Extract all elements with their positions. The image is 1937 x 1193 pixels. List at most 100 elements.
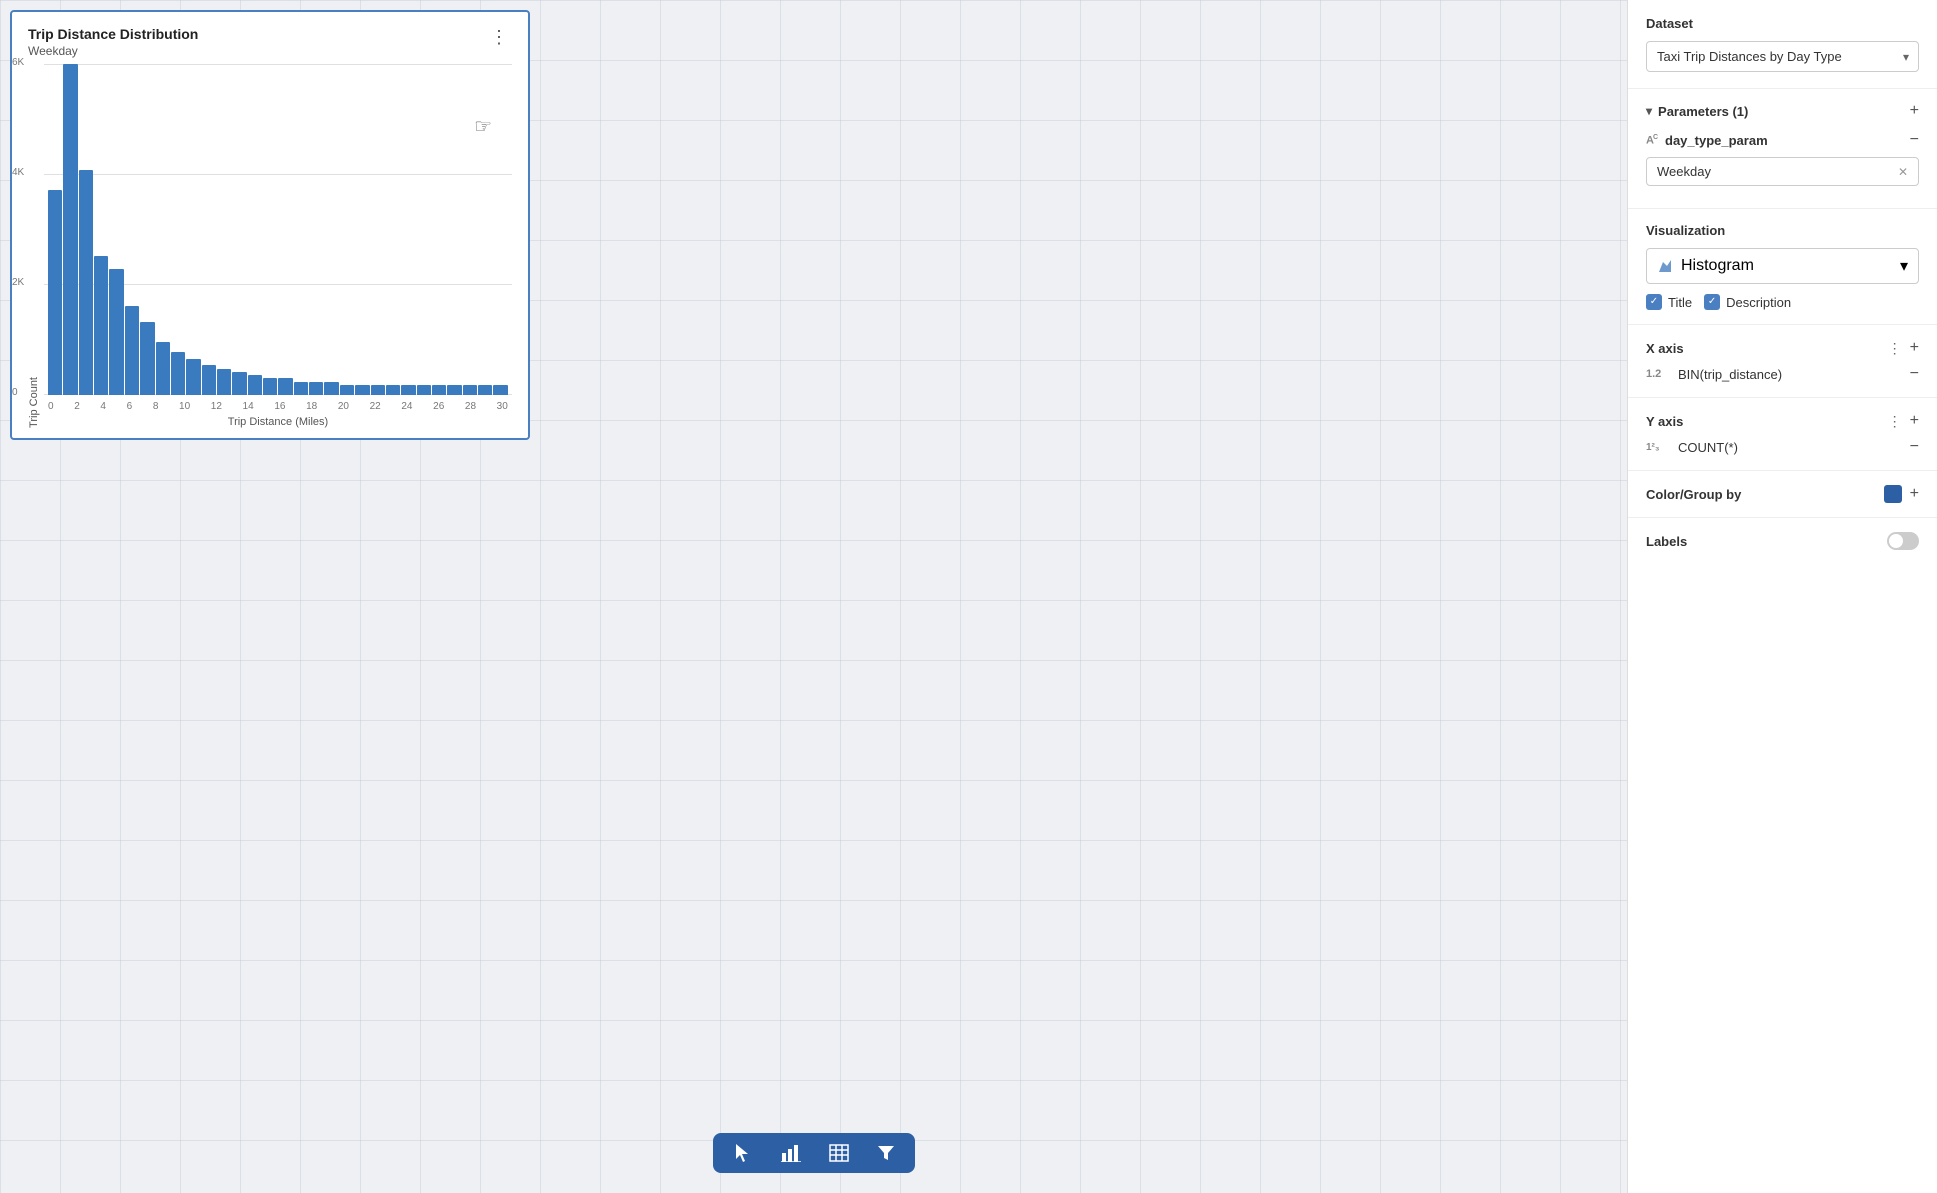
add-parameter-button[interactable]: +	[1910, 103, 1919, 119]
histogram-bar	[79, 170, 93, 395]
histogram-bar	[217, 369, 231, 395]
histogram-bar	[202, 365, 216, 395]
description-checkmark: ✓	[1708, 297, 1716, 307]
main-layout: Trip Distance Distribution Weekday ⋮ Tri…	[0, 0, 1937, 1193]
color-group-actions: +	[1884, 485, 1919, 503]
x-tick-label: 8	[153, 401, 159, 412]
chart-body: Trip Count ☞ 6K 4K	[28, 64, 512, 428]
y-axis-label: Trip Count	[28, 377, 40, 428]
histogram-bar	[493, 385, 507, 395]
title-checkbox-box: ✓	[1646, 294, 1662, 310]
y-axis-menu-button[interactable]: ⋮	[1888, 413, 1902, 430]
title-checkbox[interactable]: ✓ Title	[1646, 294, 1692, 310]
x-axis-title: X axis	[1646, 341, 1684, 356]
viz-type-label-row: Histogram	[1657, 257, 1754, 275]
chart-inner: ☞ 6K 4K 2K	[44, 64, 512, 428]
description-checkbox[interactable]: ✓ Description	[1704, 294, 1791, 310]
x-tick-label: 22	[370, 401, 381, 412]
labels-toggle-knob	[1889, 534, 1903, 548]
x-tick-label: 0	[48, 401, 54, 412]
parameter-value-input[interactable]: Weekday ✕	[1646, 157, 1919, 186]
x-axis-actions: ⋮ +	[1888, 339, 1919, 357]
viz-type-select[interactable]: Histogram ▾	[1646, 248, 1919, 284]
bottom-toolbar	[713, 1133, 915, 1173]
description-checkbox-label: Description	[1726, 295, 1791, 310]
x-axis-field-row: 1.2 BIN(trip_distance) −	[1646, 365, 1919, 383]
histogram-bar	[63, 64, 77, 395]
histogram-bar	[432, 385, 446, 395]
x-tick-label: 26	[433, 401, 444, 412]
x-axis-add-button[interactable]: +	[1910, 339, 1919, 357]
y-axis-header: Y axis ⋮ +	[1646, 412, 1919, 430]
histogram-bar	[355, 385, 369, 395]
visualization-title: Visualization	[1646, 223, 1919, 238]
y-tick-2k: 2K	[12, 277, 24, 288]
y-axis-remove-button[interactable]: −	[1910, 438, 1919, 456]
parameters-section: ▾ Parameters (1) + AC day_type_param − W…	[1628, 89, 1937, 209]
dataset-section: Dataset Taxi Trip Distances by Day Type …	[1628, 0, 1937, 89]
viz-checkboxes: ✓ Title ✓ Description	[1646, 294, 1919, 310]
chart-header-text: Trip Distance Distribution Weekday	[28, 26, 198, 58]
color-group-section: Color/Group by +	[1628, 471, 1937, 518]
histogram-bar	[232, 372, 246, 395]
histogram-bar	[186, 359, 200, 395]
histogram-bar	[125, 306, 139, 395]
canvas-area: Trip Distance Distribution Weekday ⋮ Tri…	[0, 0, 1627, 1193]
histogram-bar	[371, 385, 385, 395]
x-axis-menu-button[interactable]: ⋮	[1888, 340, 1902, 357]
histogram-bar	[156, 342, 170, 395]
parameters-title: ▾ Parameters (1)	[1646, 104, 1748, 119]
histogram-bar	[386, 385, 400, 395]
parameter-value-clear-icon[interactable]: ✕	[1898, 165, 1908, 179]
parameter-row: AC day_type_param −	[1646, 131, 1919, 149]
chart-menu-button[interactable]: ⋮	[486, 26, 512, 48]
dataset-select[interactable]: Taxi Trip Distances by Day Type	[1646, 41, 1919, 72]
cursor-tool-button[interactable]	[729, 1139, 757, 1167]
labels-section: Labels	[1628, 518, 1937, 564]
viz-select-row: Histogram ▾	[1646, 248, 1919, 284]
x-tick-label: 28	[465, 401, 476, 412]
x-tick-label: 30	[497, 401, 508, 412]
x-axis-field-name: BIN(trip_distance)	[1678, 367, 1902, 382]
color-swatch[interactable]	[1884, 485, 1902, 503]
y-axis-field-type-icon: 1²₃	[1646, 442, 1670, 453]
y-axis-add-button[interactable]: +	[1910, 412, 1919, 430]
x-tick-label: 12	[211, 401, 222, 412]
y-axis-title: Y axis	[1646, 414, 1683, 429]
parameters-header: ▾ Parameters (1) +	[1646, 103, 1919, 119]
dataset-select-wrapper: Taxi Trip Distances by Day Type ▾	[1646, 41, 1919, 72]
x-tick-label: 16	[274, 401, 285, 412]
histogram-bar	[248, 375, 262, 395]
table-tool-button[interactable]	[825, 1140, 853, 1166]
description-checkbox-box: ✓	[1704, 294, 1720, 310]
viz-select-chevron: ▾	[1900, 256, 1908, 276]
color-group-title: Color/Group by	[1646, 487, 1741, 502]
histogram-bar	[463, 385, 477, 395]
remove-parameter-button[interactable]: −	[1910, 131, 1919, 149]
color-group-add-button[interactable]: +	[1910, 485, 1919, 503]
chart-tool-button[interactable]	[777, 1140, 805, 1166]
x-axis-header: X axis ⋮ +	[1646, 339, 1919, 357]
filter-tool-button[interactable]	[873, 1140, 899, 1166]
histogram-bar	[309, 382, 323, 395]
histogram-bar	[401, 385, 415, 395]
histogram-bar	[417, 385, 431, 395]
params-chevron-icon: ▾	[1646, 104, 1652, 118]
title-checkbox-label: Title	[1668, 295, 1692, 310]
labels-header: Labels	[1646, 532, 1919, 550]
x-tick-label: 20	[338, 401, 349, 412]
y-axis-field-row: 1²₃ COUNT(*) −	[1646, 438, 1919, 456]
x-tick-label: 18	[306, 401, 317, 412]
histogram-bar	[278, 378, 292, 395]
labels-toggle[interactable]	[1887, 532, 1919, 550]
x-axis-section: X axis ⋮ + 1.2 BIN(trip_distance) −	[1628, 325, 1937, 398]
histogram-bar	[447, 385, 461, 395]
x-tick-label: 24	[401, 401, 412, 412]
param-type-icon: AC	[1646, 134, 1657, 147]
histogram-bar	[340, 385, 354, 395]
x-axis-field-type-icon: 1.2	[1646, 368, 1670, 380]
histogram-bar	[94, 256, 108, 395]
y-tick-4k: 4K	[12, 167, 24, 178]
viz-type-text: Histogram	[1681, 257, 1754, 275]
x-axis-remove-button[interactable]: −	[1910, 365, 1919, 383]
